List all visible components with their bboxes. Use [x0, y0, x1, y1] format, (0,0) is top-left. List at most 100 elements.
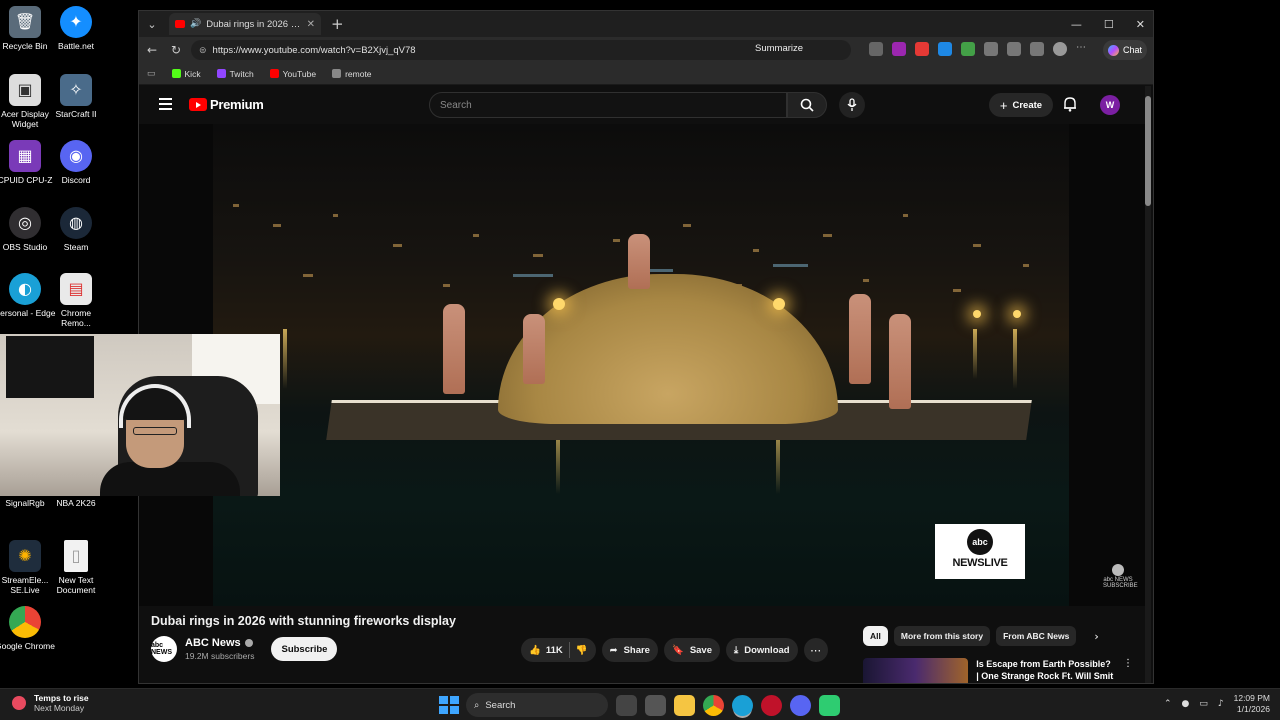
youtube-logo[interactable]: Premium — [189, 97, 264, 112]
collections-icon[interactable] — [1030, 42, 1044, 56]
site-info-icon[interactable]: ⊜ — [199, 45, 207, 56]
extension-icon[interactable] — [961, 42, 975, 56]
recommendation-title[interactable]: Is Escape from Earth Possible? | One Str… — [976, 658, 1115, 683]
new-text-document-shortcut[interactable]: ▯ New Text Document — [45, 540, 107, 595]
chip-from-abc-news[interactable]: From ABC News — [996, 626, 1077, 646]
extension-icon[interactable] — [984, 42, 998, 56]
app-taskbar-icon[interactable] — [819, 694, 840, 716]
save-button[interactable]: 🔖 Save — [663, 638, 720, 662]
new-tab-button[interactable]: + — [331, 15, 344, 33]
chrome-taskbar-icon[interactable] — [703, 694, 724, 716]
channel-watermark[interactable]: abc NEWS SUBSCRIBE — [1103, 564, 1138, 589]
subscribe-button[interactable]: Subscribe — [271, 637, 338, 661]
taskbar-search[interactable]: ⌕ Search — [466, 693, 608, 717]
light-reflection — [283, 329, 287, 389]
speaker-icon[interactable]: 🔊 — [190, 19, 201, 29]
nba2k26-shortcut[interactable]: NBA 2K26 — [45, 498, 107, 508]
weather-icon — [12, 696, 26, 710]
microphone-tray-icon[interactable]: ● — [1181, 699, 1189, 709]
bookmark-remote[interactable]: remote — [332, 69, 372, 79]
extension-icon[interactable] — [915, 42, 929, 56]
search-input[interactable]: Search — [429, 92, 787, 118]
chrome-remote-shortcut[interactable]: ▤ Chrome Remo... — [45, 273, 107, 328]
discord-shortcut[interactable]: ◉ Discord — [45, 140, 107, 185]
discord-taskbar-icon[interactable] — [790, 694, 811, 716]
channel-avatar[interactable]: abc NEWS — [151, 636, 177, 662]
task-view-icon[interactable] — [616, 694, 637, 716]
file-explorer-icon[interactable] — [674, 694, 695, 716]
create-button[interactable]: + Create — [989, 93, 1053, 117]
bookmark-youtube[interactable]: YouTube — [269, 69, 316, 79]
profile-icon[interactable] — [1053, 42, 1067, 56]
chip-all[interactable]: All — [863, 626, 888, 646]
extension-icon[interactable] — [938, 42, 952, 56]
extensions-row: ⋯ — [869, 42, 1086, 56]
thumbs-down-icon[interactable]: 👎 — [576, 645, 588, 656]
newslive-text: NEWSLIVE — [952, 557, 1008, 569]
maximize-icon[interactable]: ☐ — [1104, 18, 1114, 31]
search-button[interactable] — [787, 92, 827, 118]
scrollbar-thumb[interactable] — [1145, 96, 1151, 206]
favorites-icon[interactable] — [1007, 42, 1021, 56]
desktop-app-icon[interactable] — [645, 694, 666, 716]
opera-taskbar-icon[interactable] — [761, 694, 782, 716]
bookmark-twitch[interactable]: Twitch — [216, 69, 254, 79]
volume-icon[interactable]: ♪ — [1218, 699, 1224, 709]
more-actions-button[interactable]: ⋯ — [803, 638, 828, 662]
steam-shortcut[interactable]: ◍ Steam — [45, 207, 107, 252]
account-avatar[interactable]: W — [1100, 95, 1120, 115]
recommendation-thumbnail[interactable] — [863, 658, 969, 683]
channel-name-row[interactable]: ABC News — [185, 637, 254, 649]
url-field[interactable]: ⊜ https://www.youtube.com/watch?v=B2Xjvj… — [191, 40, 851, 60]
tray-overflow-icon[interactable]: ⌃ — [1164, 699, 1172, 709]
summarize-button[interactable]: Summarize — [755, 43, 803, 54]
share-button[interactable]: ➦ Share — [601, 638, 658, 662]
battlenet-shortcut[interactable]: ✦ Battle.net — [45, 6, 107, 51]
person-torso — [100, 462, 240, 496]
clock[interactable]: 12:09 PM 1/1/2026 — [1234, 693, 1270, 715]
channel-row: abc NEWS ABC News 19.2M subscribers Subs… — [151, 636, 338, 662]
recommended-video[interactable]: Is Escape from Earth Possible? | One Str… — [863, 658, 1133, 683]
back-arrow-icon[interactable]: ← — [145, 43, 159, 57]
streamelements-icon: ✺ — [9, 540, 41, 572]
background-tv — [6, 336, 94, 398]
tab-actions-chevron-icon[interactable]: ⌄ — [141, 13, 163, 35]
google-chrome-shortcut[interactable]: Google Chrome — [0, 606, 56, 651]
more-options-icon[interactable]: ⋯ — [1076, 42, 1086, 56]
shortcut-label: Chrome Remo... — [60, 308, 92, 328]
minimize-icon[interactable]: — — [1071, 18, 1082, 31]
refresh-icon[interactable]: ↻ — [169, 43, 183, 57]
tab-close-icon[interactable]: ✕ — [307, 19, 315, 30]
video-player[interactable]: abc NEWSLIVE abc NEWS SUBSCRIBE — [139, 124, 1145, 606]
download-icon: ⤓ — [734, 644, 739, 656]
text-file-icon: ▯ — [64, 540, 88, 572]
start-button[interactable] — [438, 695, 459, 715]
steam-icon: ◍ — [60, 207, 92, 239]
page-scrollbar[interactable] — [1145, 86, 1151, 683]
like-button[interactable]: 👍 11K — [529, 645, 563, 656]
starcraft-shortcut[interactable]: ✧ StarCraft II — [45, 74, 107, 119]
edge-taskbar-icon[interactable] — [732, 694, 753, 716]
chip-more-from-story[interactable]: More from this story — [893, 626, 991, 646]
download-button[interactable]: ⤓ Download — [726, 638, 798, 662]
split-screen-icon[interactable] — [869, 42, 883, 56]
copilot-chat-button[interactable]: Chat — [1103, 40, 1147, 60]
chevron-right-icon[interactable]: › — [1094, 630, 1098, 643]
starcraft-icon: ✧ — [60, 74, 92, 106]
glasses — [133, 427, 177, 435]
window-close-icon[interactable]: ✕ — [1136, 18, 1145, 31]
more-vertical-icon[interactable]: ⋮ — [1123, 658, 1133, 683]
voice-search-button[interactable] — [839, 92, 865, 118]
video-frame[interactable]: abc NEWSLIVE — [213, 124, 1069, 606]
share-icon: ➦ — [609, 644, 618, 656]
bookmarks-folder-icon[interactable]: ▭ — [147, 68, 156, 79]
taskbar-search-label: Search — [485, 699, 516, 711]
extension-icon[interactable] — [892, 42, 906, 56]
notifications-button[interactable] — [1063, 96, 1077, 117]
menu-icon[interactable] — [159, 98, 172, 113]
network-icon[interactable]: ▭ — [1199, 699, 1208, 709]
abc-news-live-logo: abc NEWSLIVE — [935, 524, 1025, 579]
weather-widget[interactable]: Temps to rise Next Monday — [12, 693, 89, 713]
tab-active[interactable]: 🔊 Dubai rings in 2026 with stunn ✕ — [169, 13, 321, 35]
bookmark-kick[interactable]: Kick — [171, 69, 201, 79]
